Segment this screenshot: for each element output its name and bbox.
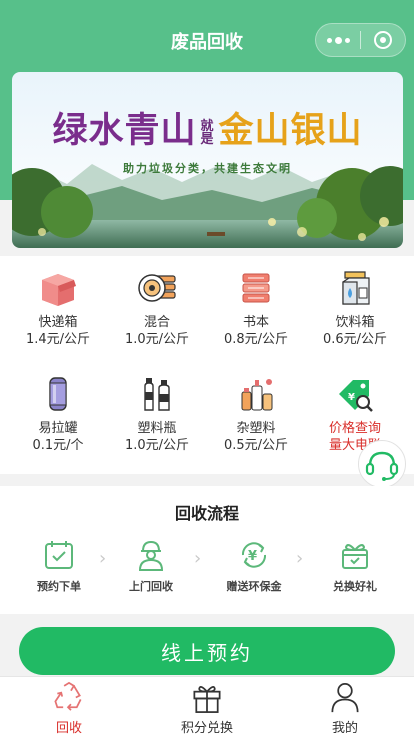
headset-icon (365, 451, 399, 481)
banner-headline: 绿水青山 就是 金山银山 (52, 110, 363, 151)
process-step-reward: ¥ 赠送环保金 (209, 538, 299, 594)
customer-service-button[interactable] (358, 440, 406, 488)
section-title: 回收流程 (174, 504, 239, 523)
can-icon (49, 377, 67, 411)
box-icon (42, 274, 76, 306)
tab-points-exchange[interactable]: 积分兑换 (138, 677, 276, 736)
mini-program-capsule (315, 23, 406, 57)
category-item-can[interactable]: 易拉罐 0.1元/个 (8, 374, 108, 454)
category-item-drink-carton[interactable]: 饮料箱 0.6元/公斤 (305, 268, 405, 348)
svg-text:¥: ¥ (348, 392, 355, 403)
online-reservation-button[interactable]: 线上预约 (19, 627, 395, 675)
mixed-icon (138, 274, 176, 302)
promo-banner[interactable]: 绿水青山 就是 金山银山 助力垃圾分类，共建生态文明 (12, 72, 403, 248)
category-grid: 快递箱 1.4元/公斤 混合 1.0元/公斤 书本 0.8元/公斤 饮料箱 0.… (0, 256, 414, 474)
category-item-mixed[interactable]: 混合 1.0元/公斤 (107, 268, 207, 348)
process-step-order: 预约下单 (14, 538, 104, 594)
banner-subtitle: 助力垃圾分类，共建生态文明 (123, 162, 292, 175)
chevron-right-icon: › (194, 548, 202, 569)
category-item-plastic-bottle[interactable]: 塑料瓶 1.0元/公斤 (107, 374, 207, 454)
category-item-misc-plastic[interactable]: 杂塑料 0.5元/公斤 (206, 374, 306, 454)
recycle-icon (54, 681, 82, 711)
process-step-pickup: 上门回收 (106, 538, 196, 594)
carton-icon (342, 271, 370, 305)
gift-box-icon (342, 544, 368, 569)
process-step-redeem: 兑换好礼 (310, 538, 400, 594)
plastics-icon (241, 379, 273, 411)
courier-icon (138, 540, 164, 571)
category-item-books[interactable]: 书本 0.8元/公斤 (206, 268, 306, 348)
yuan-cycle-icon: ¥ (241, 542, 267, 568)
category-item-express-box[interactable]: 快递箱 1.4元/公斤 (8, 268, 108, 348)
bottom-tab-bar: 回收 积分兑换 我的 (0, 676, 414, 736)
close-program-button[interactable] (361, 24, 405, 56)
gift-icon (193, 686, 221, 713)
user-icon (331, 683, 359, 713)
chevron-right-icon: › (296, 548, 304, 569)
tab-recycle[interactable]: 回收 (0, 677, 138, 736)
bottle-icon (144, 378, 170, 411)
price-tag-icon: ¥ (339, 380, 373, 412)
svg-text:¥: ¥ (248, 549, 257, 564)
recycle-process-section: 回收流程 预约下单 › 上门回收 › ¥ 赠送环保金 › 兑换好礼 (0, 486, 414, 614)
tab-mine[interactable]: 我的 (276, 677, 414, 736)
books-icon (242, 273, 270, 303)
calendar-check-icon (45, 541, 73, 569)
more-menu-button[interactable] (316, 24, 360, 56)
target-icon (374, 31, 392, 49)
